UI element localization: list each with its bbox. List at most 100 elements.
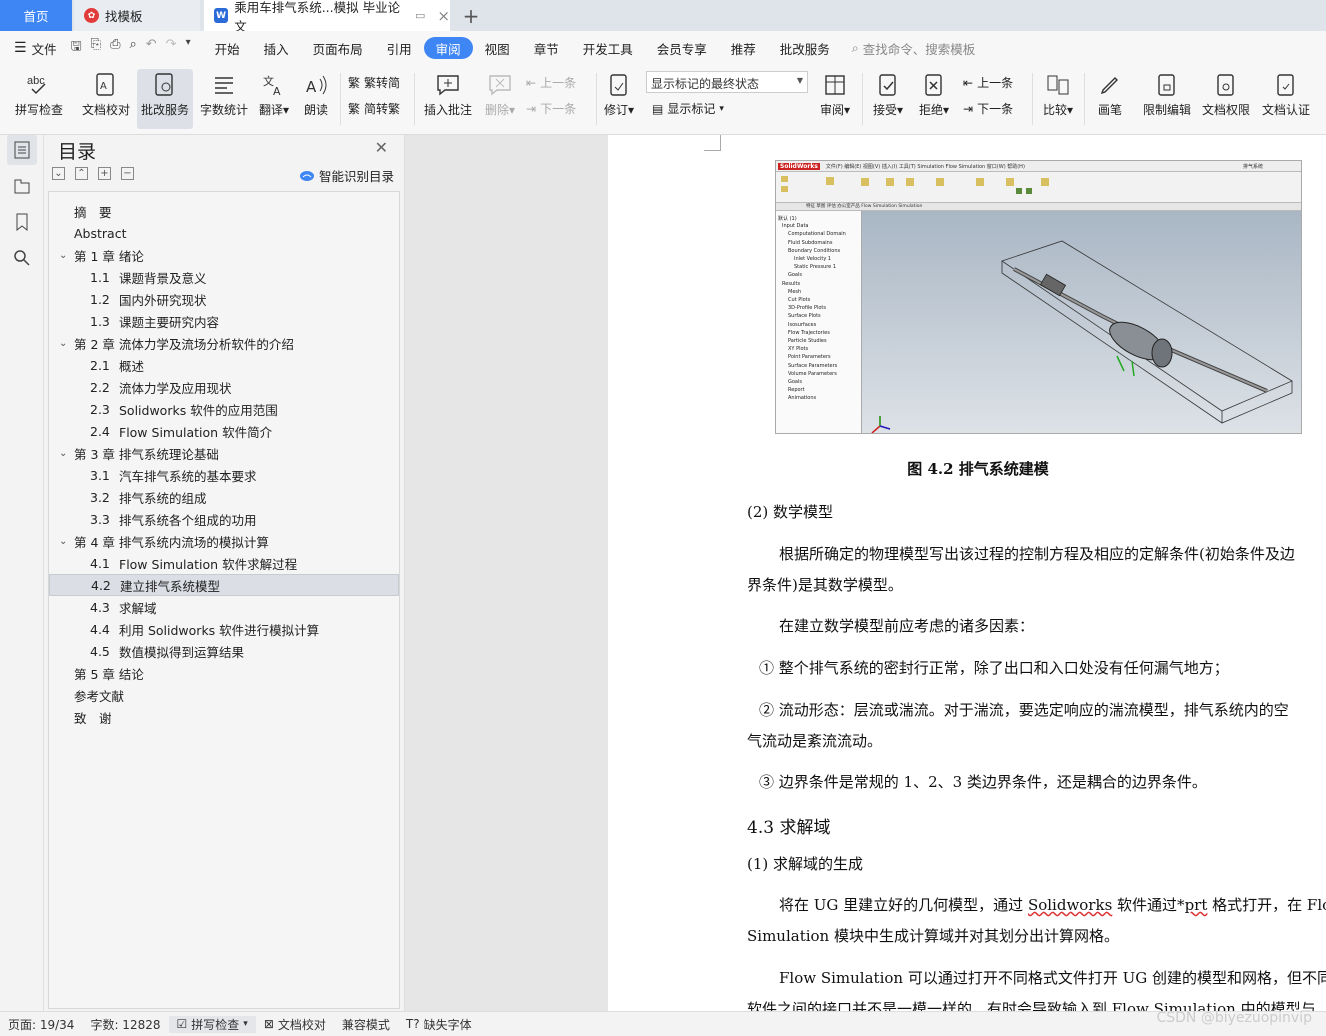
ink-pen-button[interactable]: 画笔 [1090, 69, 1130, 129]
toc-item[interactable]: 2.3 Solidworks 软件的应用范围 [49, 398, 399, 420]
toc-item[interactable]: 参考文献 [49, 684, 399, 706]
toc-item[interactable]: 3.3 排气系统各个组成的功用 [49, 508, 399, 530]
insert-comment-button[interactable]: 插入批注 [420, 69, 476, 129]
chevron-down-icon[interactable]: ⌄ [59, 536, 67, 547]
document-area[interactable]: SolidWorks 文件(F) 编辑(E) 视图(V) 插入(I) 工具(T)… [405, 135, 1326, 1011]
reject-button[interactable]: 拒绝▾ [914, 69, 954, 129]
menu-item[interactable]: 开始 [203, 37, 252, 59]
chapter-nav-icon[interactable] [7, 171, 37, 201]
chevron-down-icon[interactable]: ⌄ [59, 448, 67, 459]
print-icon[interactable]: ⎙ [110, 37, 120, 59]
tab-template[interactable]: ✿ 找模板 [74, 0, 200, 31]
toc-item[interactable]: 3.1 汽车排气系统的基本要求 [49, 464, 399, 486]
search-icon[interactable] [7, 243, 37, 273]
toc-item[interactable]: 1.2 国内外研究现状 [49, 288, 399, 310]
chevron-down-icon[interactable]: ⌄ [59, 338, 67, 349]
menu-item[interactable]: 章节 [522, 37, 571, 59]
traditional-to-simplified-button[interactable]: 繁繁转简 [348, 74, 400, 91]
add-tab-button[interactable]: + [456, 0, 486, 31]
spell-check-status[interactable]: ☑ 拼写检查 ▾ [168, 1015, 256, 1033]
toc-item[interactable]: 2.4 Flow Simulation 软件简介 [49, 420, 399, 442]
redo-icon[interactable]: ↷ [166, 37, 177, 59]
accept-button[interactable]: 接受▾ [868, 69, 908, 129]
document-proof-status[interactable]: ⊠ 文档校对 [256, 1016, 334, 1033]
menu-item[interactable]: 批改服务 [768, 37, 842, 59]
undo-icon[interactable]: ↶ [146, 37, 157, 59]
track-changes-button[interactable]: 修订▾ [600, 69, 638, 129]
toc-item[interactable]: 4.5 数值模拟得到运算结果 [49, 640, 399, 662]
toc-item[interactable]: 摘 要 [49, 200, 399, 222]
toc-item[interactable]: 4.4 利用 Solidworks 软件进行模拟计算 [49, 618, 399, 640]
toc-item[interactable]: 1.3 课题主要研究内容 [49, 310, 399, 332]
toc-item[interactable]: 4.1 Flow Simulation 软件求解过程 [49, 552, 399, 574]
window-mode-icon[interactable]: ▭ [415, 9, 425, 22]
toc-item[interactable]: ⌄ 第 2 章 流体力学及流场分析软件的介绍 [49, 332, 399, 354]
bookmark-icon[interactable] [7, 207, 37, 237]
word-count-indicator[interactable]: 字数: 12828 [82, 1016, 168, 1033]
word-count-button[interactable]: 字数统计 [197, 69, 251, 129]
toc-item[interactable]: 第 5 章 结论 [49, 662, 399, 684]
menu-item[interactable]: 插入 [252, 37, 301, 59]
add-level-icon[interactable]: + [98, 167, 111, 180]
toc-item[interactable]: 3.2 排气系统的组成 [49, 486, 399, 508]
save-icon[interactable]: 🖫 [71, 37, 82, 59]
sw-tree-item: Mesh [788, 288, 802, 295]
menu-item[interactable]: 开发工具 [571, 37, 645, 59]
expand-up-icon[interactable]: ⌃ [75, 167, 88, 180]
toc-item[interactable]: 1.1 课题背景及意义 [49, 266, 399, 288]
file-menu[interactable]: ☰ 文件 [0, 37, 69, 59]
close-icon[interactable]: ✕ [375, 138, 388, 157]
menu-item[interactable]: 审阅 [423, 37, 473, 59]
print-preview-icon[interactable]: ⌕ [129, 37, 136, 59]
collapse-all-icon[interactable]: ⌄ [52, 167, 65, 180]
toc-item[interactable]: ⌄ 第 1 章 绪论 [49, 244, 399, 266]
document-certification-button[interactable]: 文档认证 [1258, 69, 1314, 129]
tab-document[interactable]: W 乘用车排气系统...模拟 毕业论文 ▭ × [204, 0, 450, 34]
simplified-to-traditional-button[interactable]: 繁简转繁 [348, 100, 400, 117]
menu-item[interactable]: 页面布局 [301, 37, 375, 59]
quick-access-more-icon[interactable]: ▾ [186, 37, 191, 59]
document-permission-button[interactable]: 文档权限 [1199, 69, 1253, 129]
toc-item[interactable]: 2.1 概述 [49, 354, 399, 376]
translate-button[interactable]: 文A 翻译▾ [256, 69, 292, 129]
missing-font-status[interactable]: T? 缺失字体 [398, 1016, 480, 1033]
toc-item[interactable]: ⌄ 第 4 章 排气系统内流场的模拟计算 [49, 530, 399, 552]
toc-item[interactable]: 4.2 建立排气系统模型 [49, 574, 399, 596]
menu-item[interactable]: 推荐 [719, 37, 768, 59]
spell-check-button[interactable]: abc 拼写检查 [8, 69, 70, 129]
prev-change-button[interactable]: ⇤ 上一条 [963, 74, 1013, 91]
toc-item[interactable]: 4.3 求解域 [49, 596, 399, 618]
read-aloud-button[interactable]: A 朗读 [298, 69, 334, 129]
toc-item[interactable]: Abstract [49, 222, 399, 244]
ribbon-divider [340, 73, 341, 125]
toc-item[interactable]: 2.2 流体力学及应用现状 [49, 376, 399, 398]
prev-comment-button[interactable]: ⇤ 上一条 [526, 74, 576, 91]
document-proof-button[interactable]: A 文档校对 [78, 69, 134, 129]
toc-item[interactable]: ⌄ 第 3 章 排气系统理论基础 [49, 442, 399, 464]
correct-service-button[interactable]: 批改服务 [137, 69, 193, 129]
chevron-down-icon[interactable]: ⌄ [59, 250, 67, 261]
menu-item[interactable]: 会员专享 [645, 37, 719, 59]
sw-tree-item: Boundary Conditions [788, 247, 841, 254]
next-comment-button[interactable]: ⇥ 下一条 [526, 100, 576, 117]
toc-view-icon[interactable] [7, 135, 37, 165]
tab-home[interactable]: 首页 [0, 0, 72, 31]
smart-detect-toc-button[interactable]: 智能识别目录 [299, 166, 394, 185]
toc-item[interactable]: 致 谢 [49, 706, 399, 728]
menu-item[interactable]: 视图 [473, 37, 522, 59]
document-page[interactable]: SolidWorks 文件(F) 编辑(E) 视图(V) 插入(I) 工具(T)… [608, 135, 1326, 1011]
remove-level-icon[interactable]: − [121, 167, 134, 180]
markup-state-dropdown[interactable]: 显示标记的最终状态 ▼ [646, 71, 808, 93]
export-pdf-icon[interactable]: ⎘ [91, 37, 101, 59]
delete-comment-button[interactable]: 删除▾ [480, 69, 520, 129]
restrict-edit-button[interactable]: 限制编辑 [1140, 69, 1194, 129]
review-pane-button[interactable]: 审阅▾ [815, 69, 855, 129]
review-pane-label: 审阅▾ [819, 103, 851, 117]
menu-item[interactable]: 引用 [375, 37, 424, 59]
close-tab-icon[interactable]: × [437, 7, 450, 25]
page-indicator[interactable]: 页面: 19/34 [0, 1016, 82, 1033]
compare-button[interactable]: 比较▾ [1038, 69, 1078, 129]
command-search[interactable]: ⌕ 查找命令、搜索模板 [852, 39, 976, 58]
show-markup-button[interactable]: ▤ 显示标记 ▾ [652, 100, 724, 117]
next-change-button[interactable]: ⇥ 下一条 [963, 100, 1013, 117]
